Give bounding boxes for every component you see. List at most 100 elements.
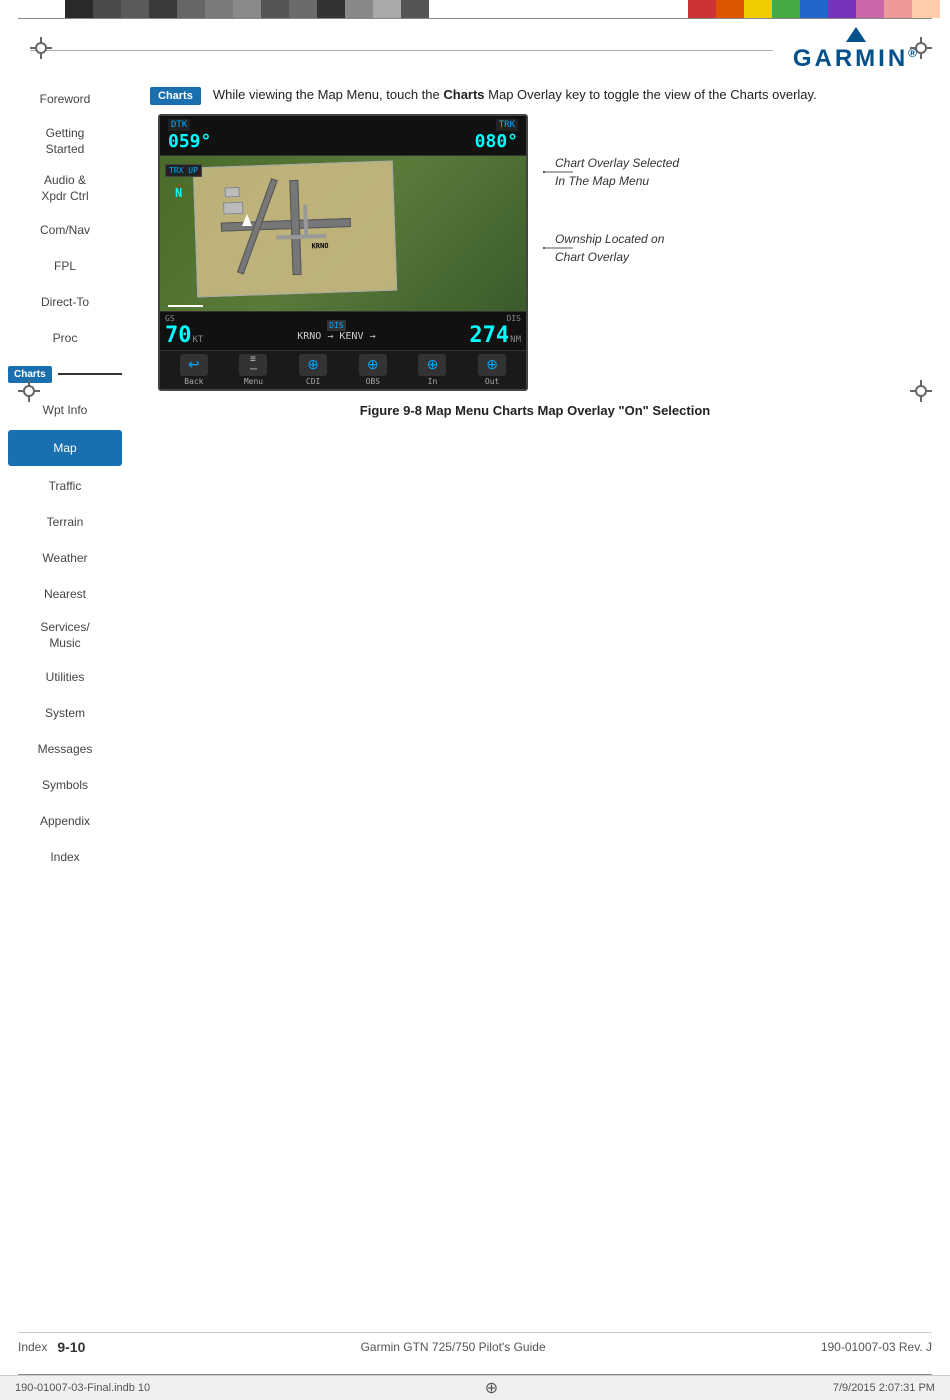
right-color-blocks [688,0,940,18]
garmin-triangle [846,27,866,42]
bottom-rule [18,1374,932,1376]
color-block-9 [289,0,317,18]
sidebar-item-audio[interactable]: Audio &Xpdr Ctrl [0,165,130,212]
gps-nav-row: GS 70 KT DIS KRNO → KENV → [160,311,526,350]
content-area: Charts While viewing the Map Menu, touch… [130,77,950,1277]
color-block-r7 [856,0,884,18]
color-block-r6 [828,0,856,18]
gps-screen-container: DTK 059° TRK 080° [158,114,528,391]
color-block-6 [205,0,233,18]
sidebar-item-index[interactable]: Index [0,840,130,876]
trx-up-label: TRX UP [165,164,202,177]
footer-index-label: Index [18,1340,47,1354]
sidebar-item-messages[interactable]: Messages [0,732,130,768]
annotation-1-container: Chart Overlay SelectedIn The Map Menu [543,154,679,190]
header-area: GARMIN® [0,19,950,77]
gps-cdi-button[interactable]: ⊕ CDI [299,354,327,386]
print-info-left: 190-01007-03-Final.indb 10 [15,1382,150,1394]
gps-dtk-label: DTK [168,119,190,131]
print-info-right: 7/9/2015 2:07:31 PM [833,1382,935,1394]
color-block-r1 [688,0,716,18]
color-block-8 [261,0,289,18]
speed-value: 70 [165,323,192,348]
color-block-r2 [716,0,744,18]
gps-dtk-value: 059° [168,131,211,152]
color-block-r4 [772,0,800,18]
dist-value: 274 [469,323,509,348]
left-page-crosshair [18,380,40,402]
print-info-bar: 190-01007-03-Final.indb 10 ⊕ 7/9/2015 2:… [0,1375,950,1400]
sidebar-item-symbols[interactable]: Symbols [0,768,130,804]
sidebar-item-utilities[interactable]: Utilities [0,660,130,696]
gps-speed-display: GS 70 KT [165,314,203,348]
speed-unit: KT [193,335,204,345]
sidebar-item-foreword[interactable]: Foreword [0,82,130,118]
sidebar-item-map[interactable]: Map [8,430,122,466]
left-crosshair-marker [30,37,52,59]
color-block-r8 [884,0,912,18]
color-block-2 [93,0,121,18]
gps-map-display: KRNO TRX UP N [160,156,526,311]
runway-vertical [289,180,301,275]
gps-out-button[interactable]: ⊕ Out [478,354,506,386]
gps-trk-value: 080° [475,131,518,152]
color-block-r3 [744,0,772,18]
page-number: 9-10 [57,1339,85,1355]
sidebar-item-getting-started[interactable]: GettingStarted [0,118,130,165]
color-block-12 [373,0,401,18]
sidebar-item-fpl[interactable]: FPL [0,248,130,284]
color-block-5 [177,0,205,18]
annotation-1-text: Chart Overlay SelectedIn The Map Menu [555,154,679,190]
charts-overlay-badge: Charts [150,87,201,105]
gps-back-button[interactable]: ↩ Back [180,354,208,386]
color-block-11 [345,0,373,18]
intro-section: Charts While viewing the Map Menu, touch… [140,77,930,114]
gps-function-bar: ↩ Back ≡─ Menu ⊕ [160,350,526,389]
gps-trk-label: TRK [496,119,518,131]
gps-menu-button[interactable]: ≡─ Menu [239,354,267,386]
krno-chart-label: KRNO [311,242,328,251]
building-1 [225,187,240,198]
gps-route-display: DIS KRNO → KENV → [208,320,464,342]
annotations-panel: Chart Overlay SelectedIn The Map Menu Ow… [543,114,679,266]
sidebar-item-comnav[interactable]: Com/Nav [0,212,130,248]
footer-area: Index 9-10 Garmin GTN 725/750 Pilot's Gu… [18,1332,932,1355]
gps-in-button[interactable]: ⊕ In [418,354,446,386]
scale-line [168,305,203,307]
color-block-13 [401,0,429,18]
sidebar-item-appendix[interactable]: Appendix [0,804,130,840]
route-label: KRNO → KENV → [297,331,375,342]
sidebar-item-services[interactable]: Services/Music [0,612,130,659]
left-color-blocks [65,0,429,18]
north-indicator: N [175,186,182,200]
garmin-logo: GARMIN® [793,27,920,73]
footer-right: 190-01007-03 Rev. J [821,1340,932,1354]
color-block-3 [121,0,149,18]
content-spacer [140,438,930,838]
sidebar-item-terrain[interactable]: Terrain [0,504,130,540]
sidebar-item-traffic[interactable]: Traffic [0,468,130,504]
color-block-r5 [800,0,828,18]
color-block-7 [233,0,261,18]
figure-caption: Figure 9-8 Map Menu Charts Map Overlay "… [140,403,930,418]
color-block-r9 [912,0,940,18]
sidebar-item-weather[interactable]: Weather [0,540,130,576]
gps-top-bar: DTK 059° TRK 080° [160,116,526,156]
sidebar-item-system[interactable]: System [0,696,130,732]
taxiway-1 [276,234,326,240]
runway-horizontal [221,218,351,232]
top-color-bar [0,0,950,18]
map-with-annotations: DTK 059° TRK 080° [158,114,930,391]
right-crosshair-marker [910,37,932,59]
ownship-symbol [242,214,252,226]
sidebar-item-direct-to[interactable]: Direct-To [0,284,130,320]
building-2 [223,202,243,215]
gps-obs-button[interactable]: ⊕ OBS [359,354,387,386]
annotation-2-container: Ownship Located onChart Overlay [543,230,679,266]
color-block-1 [65,0,93,18]
sidebar-item-proc[interactable]: Proc [0,320,130,356]
header-rule [30,50,773,51]
charts-divider [58,373,122,375]
sidebar-item-nearest[interactable]: Nearest [0,576,130,612]
footer-center: Garmin GTN 725/750 Pilot's Guide [85,1340,820,1354]
